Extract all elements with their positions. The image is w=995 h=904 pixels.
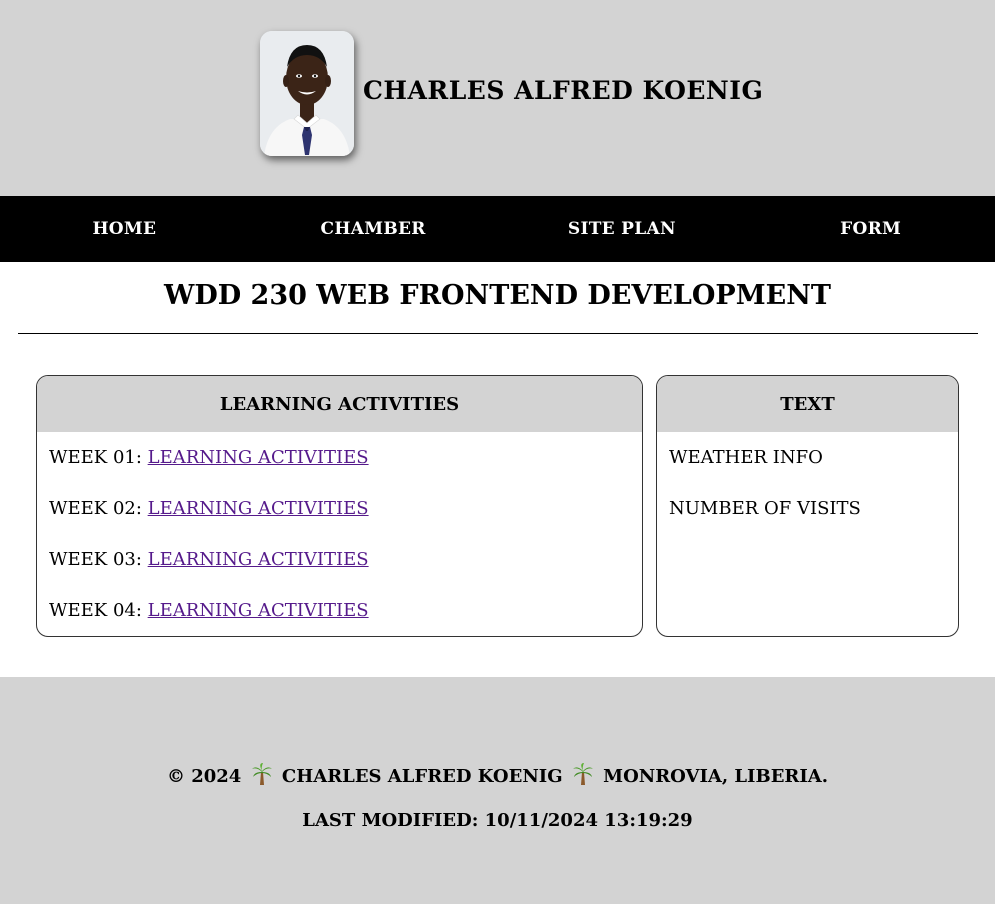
nav-form[interactable]: FORM: [746, 196, 995, 262]
site-footer: © 2024 CHARLES ALFRED KOENIG MONROVIA, L…: [0, 677, 995, 904]
main-nav: HOME CHAMBER SITE PLAN FORM: [0, 196, 995, 262]
week-label: WEEK 02:: [49, 498, 148, 519]
last-modified-line: LAST MODIFIED: 10/11/2024 13:19:29: [0, 810, 995, 831]
list-item: WEEK 04: LEARNING ACTIVITIES: [49, 599, 630, 636]
palm-tree-icon: [572, 763, 593, 790]
week-label: WEEK 04:: [49, 600, 148, 621]
week-03-link[interactable]: LEARNING ACTIVITIES: [148, 549, 369, 570]
footer-name: CHARLES ALFRED KOENIG: [281, 766, 563, 787]
title-divider: [18, 333, 978, 334]
last-modified-label: LAST MODIFIED:: [302, 810, 485, 831]
info-list: WEATHER INFO NUMBER OF VISITS: [657, 432, 958, 548]
week-02-link[interactable]: LEARNING ACTIVITIES: [148, 498, 369, 519]
card-heading: TEXT: [657, 376, 958, 432]
page-title: WDD 230 WEB FRONTEND DEVELOPMENT: [164, 280, 831, 311]
number-of-visits: NUMBER OF VISITS: [669, 498, 861, 519]
list-item: WEEK 02: LEARNING ACTIVITIES: [49, 497, 630, 548]
activities-list: WEEK 01: LEARNING ACTIVITIES WEEK 02: LE…: [37, 432, 642, 636]
week-04-link[interactable]: LEARNING ACTIVITIES: [148, 600, 369, 621]
palm-tree-icon: [251, 763, 272, 790]
nav-home[interactable]: HOME: [0, 196, 249, 262]
copyright-line: © 2024 CHARLES ALFRED KOENIG MONROVIA, L…: [0, 763, 995, 790]
week-label: WEEK 03:: [49, 549, 148, 570]
copyright-year: © 2024: [166, 766, 242, 787]
weather-info: WEATHER INFO: [669, 447, 823, 468]
nav-site-plan[interactable]: SITE PLAN: [498, 196, 747, 262]
profile-photo: [260, 31, 354, 156]
footer-location: MONROVIA, LIBERIA.: [603, 766, 829, 787]
learning-activities-card: LEARNING ACTIVITIES WEEK 01: LEARNING AC…: [36, 375, 643, 637]
week-label: WEEK 01:: [49, 447, 148, 468]
info-card: TEXT WEATHER INFO NUMBER OF VISITS: [656, 375, 959, 637]
card-heading: LEARNING ACTIVITIES: [37, 376, 642, 432]
nav-chamber[interactable]: CHAMBER: [249, 196, 498, 262]
list-item: WEEK 01: LEARNING ACTIVITIES: [49, 446, 630, 497]
site-name: CHARLES ALFRED KOENIG: [363, 76, 764, 105]
last-modified-value: 10/11/2024 13:19:29: [484, 810, 693, 831]
site-header: CHARLES ALFRED KOENIG: [0, 0, 995, 196]
week-01-link[interactable]: LEARNING ACTIVITIES: [148, 447, 369, 468]
list-item: WEEK 03: LEARNING ACTIVITIES: [49, 548, 630, 599]
